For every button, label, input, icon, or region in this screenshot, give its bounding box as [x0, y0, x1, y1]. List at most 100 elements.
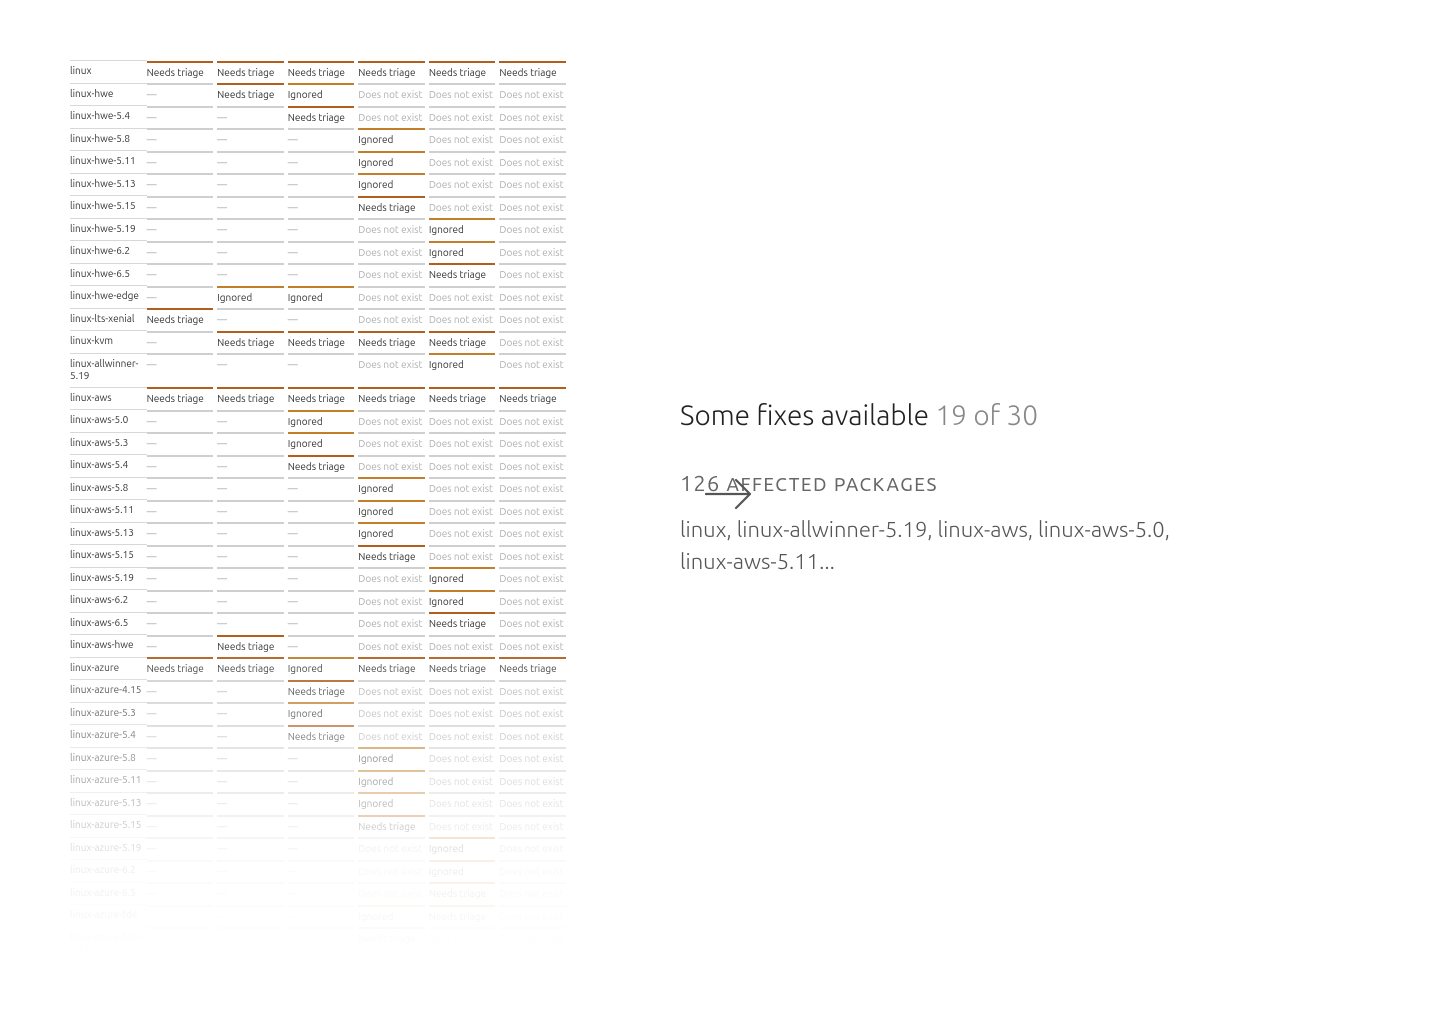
package-name[interactable]: linux-hwe-6.5	[70, 263, 147, 286]
status-dne: Does not exist	[358, 680, 425, 703]
status-dash: —	[217, 860, 284, 883]
package-name[interactable]: linux-aws	[70, 387, 147, 410]
status-dne: Does not exist	[429, 702, 496, 725]
package-name[interactable]: linux-azure-5.8	[70, 747, 147, 770]
status-cell: Ignored	[358, 128, 429, 151]
status-dne: Does not exist	[429, 106, 496, 129]
status-dne: Does not exist	[499, 927, 566, 950]
package-name[interactable]: linux-azure-6.2	[70, 860, 147, 883]
status-dash: —	[217, 545, 284, 568]
package-name[interactable]: linux-aws-5.3	[70, 432, 147, 455]
status-dash: —	[217, 815, 284, 838]
package-name[interactable]: linux-aws-hwe	[70, 635, 147, 658]
status-dash: —	[147, 241, 214, 264]
status-ignored: Ignored	[288, 702, 355, 725]
status-dash: —	[288, 545, 355, 568]
status-ignored: Ignored	[217, 286, 284, 309]
package-name[interactable]: linux-azure	[70, 657, 147, 680]
package-name[interactable]: linux-aws-5.15	[70, 545, 147, 568]
package-name[interactable]: linux-aws-6.2	[70, 590, 147, 613]
status-dne: Does not exist	[499, 702, 566, 725]
status-dash: —	[288, 263, 355, 286]
package-name[interactable]: linux-hwe	[70, 83, 147, 106]
package-name[interactable]: linux-azure-5.11	[70, 770, 147, 793]
status-cell: Needs triage	[429, 657, 500, 680]
status-dash: —	[217, 173, 284, 196]
package-name[interactable]: linux-azure-5.19	[70, 837, 147, 860]
package-name[interactable]: linux-azure-4.15	[70, 680, 147, 703]
package-name[interactable]: linux-azure-fde-5.15	[70, 927, 147, 961]
status-dash: —	[147, 331, 214, 354]
fixes-available-line: Some fixes available 19 of 30	[680, 400, 1220, 431]
package-name[interactable]: linux-aws-5.0	[70, 410, 147, 433]
status-cell: Ignored	[358, 173, 429, 196]
status-cell: Does not exist	[358, 837, 429, 860]
package-name[interactable]: linux-hwe-5.8	[70, 128, 147, 151]
status-dash: —	[147, 455, 214, 478]
package-name[interactable]: linux-azure-6.5	[70, 882, 147, 905]
status-cell: Does not exist	[429, 128, 500, 151]
status-cell: Does not exist	[499, 432, 570, 455]
status-cell: Needs triage	[217, 83, 288, 106]
status-dne: Does not exist	[429, 128, 496, 151]
status-cell: —	[147, 612, 218, 635]
status-dne: Does not exist	[429, 680, 496, 703]
package-name[interactable]: linux-aws-5.8	[70, 477, 147, 500]
package-name[interactable]: linux-hwe-edge	[70, 286, 147, 309]
status-cell: Ignored	[429, 837, 500, 860]
status-dash: —	[147, 927, 214, 950]
table-row: linux-hwe-5.8———IgnoredDoes not existDoe…	[70, 128, 570, 151]
package-name[interactable]: linux-aws-5.13	[70, 522, 147, 545]
status-cell: Needs triage	[358, 61, 429, 84]
table-row: linux-azure-5.3——IgnoredDoes not existDo…	[70, 702, 570, 725]
package-name[interactable]: linux-allwinner-5.19	[70, 353, 147, 387]
status-triage: Needs triage	[429, 387, 496, 410]
package-name[interactable]: linux-azure-5.13	[70, 792, 147, 815]
status-dash: —	[217, 196, 284, 219]
status-cell: Ignored	[358, 500, 429, 523]
package-name[interactable]: linux-aws-6.5	[70, 612, 147, 635]
status-dne: Does not exist	[358, 702, 425, 725]
package-name[interactable]: linux-aws-5.11	[70, 500, 147, 523]
status-dash: —	[147, 680, 214, 703]
table-row: linux-hwe-6.2———Does not existIgnoredDoe…	[70, 241, 570, 264]
status-cell: Does not exist	[429, 545, 500, 568]
package-name[interactable]: linux-hwe-6.2	[70, 241, 147, 264]
package-name[interactable]: linux-hwe-5.11	[70, 151, 147, 174]
package-name[interactable]: linux-hwe-5.19	[70, 218, 147, 241]
status-cell: Needs triage	[429, 905, 500, 928]
status-cell: Needs triage	[217, 387, 288, 410]
package-name[interactable]: linux-hwe-5.4	[70, 106, 147, 129]
status-triage: Needs triage	[288, 455, 355, 478]
status-dash: —	[217, 725, 284, 748]
status-dash: —	[217, 432, 284, 455]
status-cell: Needs triage	[358, 545, 429, 568]
status-dne: Does not exist	[358, 83, 425, 106]
status-cell: Does not exist	[429, 455, 500, 478]
package-name[interactable]: linux-azure-5.15	[70, 815, 147, 838]
package-name[interactable]: linux	[70, 61, 147, 84]
package-name[interactable]: linux-aws-5.4	[70, 455, 147, 478]
status-cell: —	[217, 702, 288, 725]
status-cell: —	[288, 353, 359, 387]
status-cell: —	[147, 792, 218, 815]
package-name[interactable]: linux-aws-5.19	[70, 567, 147, 590]
package-name[interactable]: linux-hwe-5.15	[70, 196, 147, 219]
status-cell: Does not exist	[499, 680, 570, 703]
status-dash: —	[217, 770, 284, 793]
package-name[interactable]: linux-hwe-5.13	[70, 173, 147, 196]
status-dash: —	[288, 927, 355, 950]
status-triage: Needs triage	[147, 308, 214, 331]
package-name[interactable]: linux-lts-xenial	[70, 308, 147, 331]
status-dne: Does not exist	[429, 286, 496, 309]
status-cell: Does not exist	[429, 680, 500, 703]
package-name[interactable]: linux-azure-5.3	[70, 702, 147, 725]
status-ignored: Ignored	[288, 286, 355, 309]
status-triage: Needs triage	[358, 927, 425, 950]
package-name[interactable]: linux-azure-5.4	[70, 725, 147, 748]
package-name[interactable]: linux-kvm	[70, 331, 147, 354]
package-name[interactable]: linux-azure-fde	[70, 905, 147, 928]
status-cell: —	[147, 83, 218, 106]
status-cell: Needs triage	[217, 61, 288, 84]
status-dne: Does not exist	[499, 747, 566, 770]
